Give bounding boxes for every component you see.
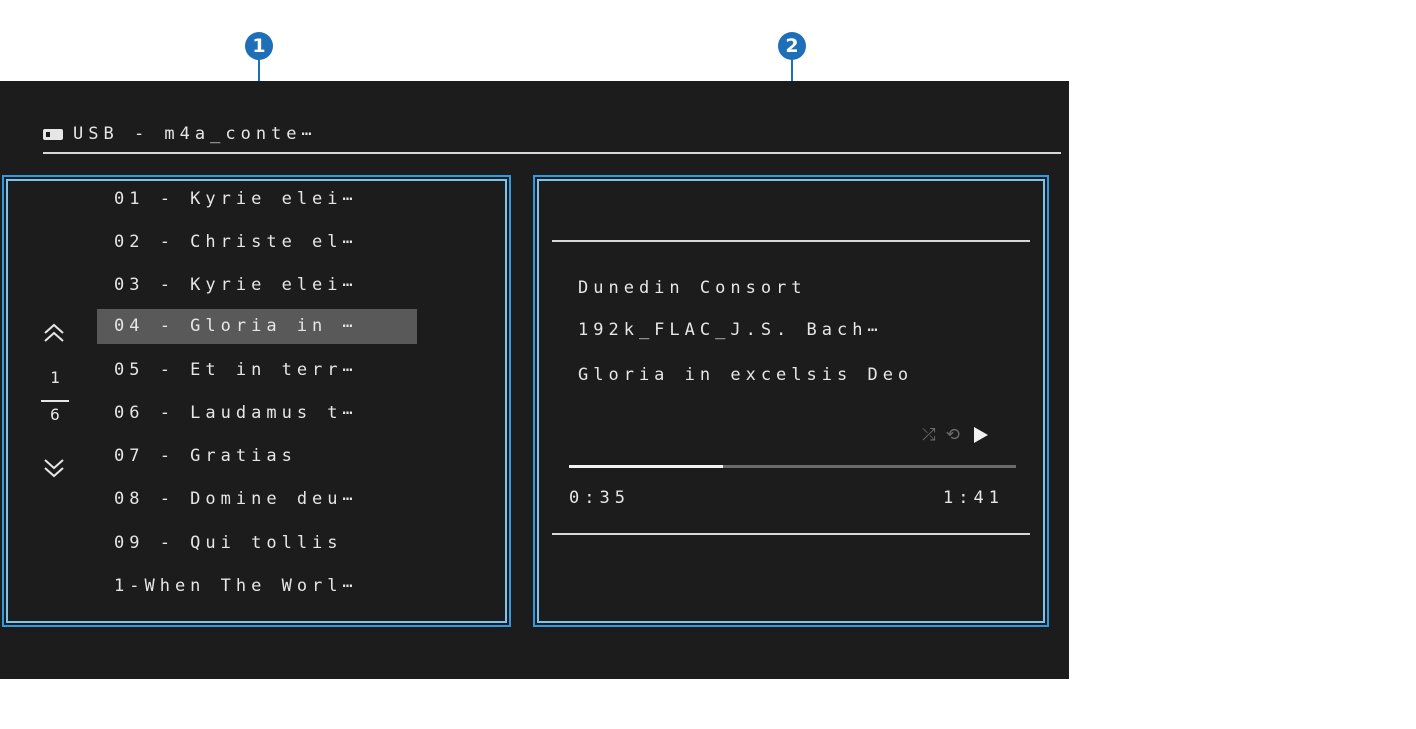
now-playing-highlight [533, 175, 1049, 627]
page-total: 6 [50, 405, 60, 424]
header-divider [43, 152, 1061, 154]
playback-controls: ⤮ ⟲ [922, 424, 988, 446]
track-item[interactable]: 02 - Christe el⋯ [97, 225, 417, 260]
track-item-selected[interactable]: 04 - Gloria in ⋯ [97, 309, 417, 344]
artist-name: Dunedin Consort [578, 278, 807, 298]
track-item[interactable]: 06 - Laudamus t⋯ [97, 396, 417, 431]
track-item[interactable]: 01 - Kyrie elei⋯ [97, 182, 417, 217]
album-name: 192k_FLAC_J.S. Bach⋯ [578, 320, 883, 340]
track-title: Gloria in excelsis Deo [578, 365, 914, 385]
callout-1: 1 [245, 32, 273, 60]
progress-bar[interactable] [569, 465, 1016, 468]
track-item[interactable]: 03 - Kyrie elei⋯ [97, 268, 417, 303]
elapsed-time: 0:35 [569, 488, 630, 508]
page-current: 1 [50, 368, 60, 387]
track-item[interactable]: 1-When The Worl⋯ [97, 569, 417, 604]
page-up-icon[interactable] [41, 322, 67, 344]
total-time: 1:41 [943, 488, 1004, 508]
source-header: USB - m4a_conte⋯ [43, 120, 317, 148]
repeat-icon[interactable]: ⟲ [946, 425, 960, 445]
track-item[interactable]: 05 - Et in terr⋯ [97, 353, 417, 388]
page-down-icon[interactable] [41, 457, 67, 479]
progress-fill [569, 465, 724, 468]
usb-drive-icon [43, 128, 63, 140]
track-item[interactable]: 08 - Domine deu⋯ [97, 482, 417, 517]
source-label: USB - m4a_conte⋯ [73, 124, 317, 144]
now-playing-bottom-divider [552, 533, 1030, 535]
callout-2: 2 [778, 32, 806, 60]
play-icon[interactable] [973, 427, 988, 443]
now-playing-top-divider [552, 240, 1030, 242]
track-item[interactable]: 09 - Qui tollis [97, 526, 417, 561]
page-divider [41, 400, 69, 402]
track-item[interactable]: 07 - Gratias [97, 439, 417, 474]
shuffle-icon[interactable]: ⤮ [922, 425, 936, 445]
